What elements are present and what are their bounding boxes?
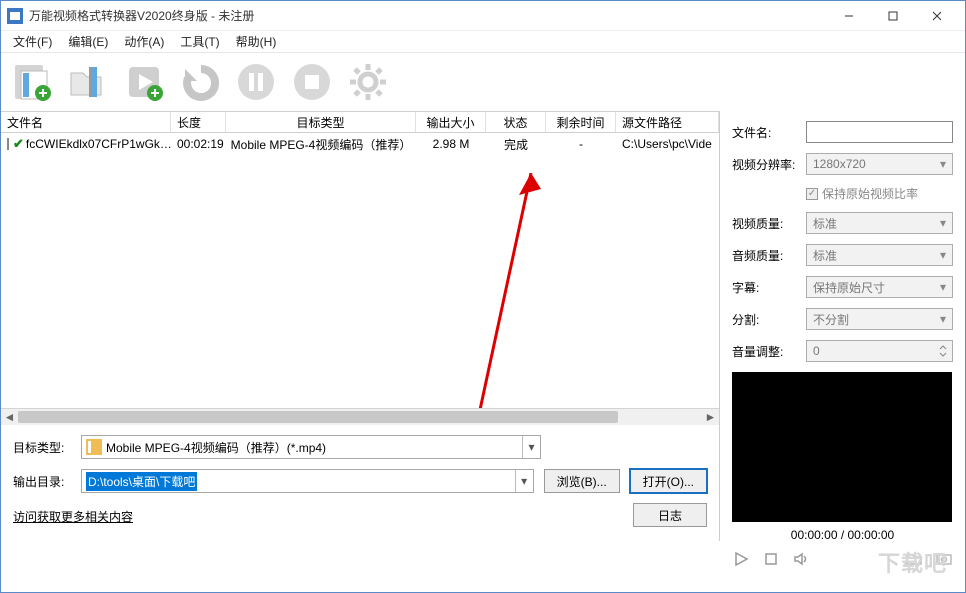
output-dir-label: 输出目录:	[13, 473, 71, 490]
row-checkbox[interactable]	[7, 138, 9, 150]
scroll-right-arrow-icon[interactable]: ►	[702, 409, 719, 424]
menu-tools[interactable]: 工具(T)	[172, 31, 227, 52]
toolbar	[1, 53, 965, 111]
video-quality-select[interactable]: 标准▾	[806, 212, 953, 234]
preview-panel: 00:00:00 / 00:00:00	[732, 372, 953, 568]
volume-button[interactable]	[792, 550, 810, 568]
stop-button[interactable]	[289, 59, 335, 105]
menu-action[interactable]: 动作(A)	[116, 31, 172, 52]
table-row[interactable]: ✔ fcCWIEkdlx07CFrP1wGk… 00:02:19 Mobile …	[1, 133, 719, 155]
done-check-icon: ✔	[13, 136, 24, 152]
scroll-left-arrow-icon[interactable]: ◄	[1, 409, 18, 424]
chevron-down-icon[interactable]: ▾	[934, 309, 952, 329]
video-quality-label: 视频质量:	[732, 215, 800, 232]
resolution-select[interactable]: 1280x720▾	[806, 153, 953, 175]
volume-label: 音量调整:	[732, 343, 800, 360]
add-file-button[interactable]	[9, 59, 55, 105]
pause-button[interactable]	[233, 59, 279, 105]
snapshot-camera-button[interactable]	[935, 550, 953, 568]
add-folder-button[interactable]	[65, 59, 111, 105]
split-label: 分割:	[732, 311, 800, 328]
video-file-icon	[86, 439, 102, 455]
horizontal-scrollbar[interactable]: ◄ ►	[1, 408, 719, 425]
col-status[interactable]: 状态	[486, 112, 546, 132]
chevron-down-icon[interactable]: ▾	[934, 213, 952, 233]
cell-length: 00:02:19	[171, 133, 226, 155]
file-list-pane: 文件名 长度 目标类型 输出大小 状态 剩余时间 源文件路径 ✔ fcCWIEk…	[1, 111, 720, 541]
output-dir-value: D:\tools\桌面\下载吧	[86, 472, 197, 491]
log-button[interactable]: 日志	[633, 503, 707, 527]
target-type-value: Mobile MPEG-4视频编码（推荐）(*.mp4)	[106, 439, 326, 456]
bottom-form: 目标类型: Mobile MPEG-4视频编码（推荐）(*.mp4) ▾ 输出目…	[1, 425, 719, 541]
list-header: 文件名 长度 目标类型 输出大小 状态 剩余时间 源文件路径	[1, 111, 719, 133]
cell-status: 完成	[486, 133, 546, 155]
menu-bar: 文件(F) 编辑(E) 动作(A) 工具(T) 帮助(H)	[1, 31, 965, 53]
window-title: 万能视频格式转换器V2020终身版 - 未注册	[29, 7, 827, 24]
maximize-button[interactable]	[871, 2, 915, 30]
close-button[interactable]	[915, 2, 959, 30]
list-body[interactable]: ✔ fcCWIEkdlx07CFrP1wGk… 00:02:19 Mobile …	[1, 133, 719, 408]
audio-quality-label: 音频质量:	[732, 247, 800, 264]
col-remain[interactable]: 剩余时间	[546, 112, 616, 132]
open-button[interactable]: 打开(O)...	[630, 469, 707, 493]
subtitle-select[interactable]: 保持原始尺寸▾	[806, 276, 953, 298]
minimize-button[interactable]	[827, 2, 871, 30]
chevron-down-icon[interactable]: ▾	[934, 154, 952, 174]
audio-quality-select[interactable]: 标准▾	[806, 244, 953, 266]
preview-time: 00:00:00 / 00:00:00	[732, 522, 953, 550]
chevron-down-icon[interactable]: ▾	[522, 436, 540, 458]
cell-src-path: C:\Users\pc\Vide	[616, 133, 719, 155]
spinner-buttons-icon[interactable]	[934, 341, 952, 361]
properties-pane: 文件名: 视频分辨率: 1280x720▾ ✓ 保持原始视频比率 视频质量: 标…	[720, 111, 965, 541]
resolution-label: 视频分辨率:	[732, 156, 800, 173]
cell-remain: -	[546, 133, 616, 155]
snapshot-folder-button[interactable]	[905, 550, 923, 568]
title-bar: 万能视频格式转换器V2020终身版 - 未注册	[1, 1, 965, 31]
main-area: 文件名 长度 目标类型 输出大小 状态 剩余时间 源文件路径 ✔ fcCWIEk…	[1, 111, 965, 541]
menu-file[interactable]: 文件(F)	[5, 31, 60, 52]
convert-button[interactable]	[121, 59, 167, 105]
settings-button[interactable]	[345, 59, 391, 105]
subtitle-label: 字幕:	[732, 279, 800, 296]
volume-spinner[interactable]: 0	[806, 340, 953, 362]
chevron-down-icon[interactable]: ▾	[515, 470, 533, 492]
split-select[interactable]: 不分割▾	[806, 308, 953, 330]
replay-button[interactable]	[177, 59, 223, 105]
chevron-down-icon[interactable]: ▾	[934, 245, 952, 265]
play-button[interactable]	[732, 550, 750, 568]
app-icon	[7, 8, 23, 24]
col-out-size[interactable]: 输出大小	[416, 112, 486, 132]
col-src-path[interactable]: 源文件路径	[616, 112, 719, 132]
menu-edit[interactable]: 编辑(E)	[60, 31, 116, 52]
cell-target-type: Mobile MPEG-4视频编码（推荐）	[226, 133, 416, 155]
filename-label: 文件名:	[732, 124, 800, 141]
annotation-arrow-icon	[471, 173, 551, 408]
col-target-type[interactable]: 目标类型	[226, 112, 416, 132]
keep-ratio-label: 保持原始视频比率	[822, 185, 918, 202]
target-type-label: 目标类型:	[13, 439, 71, 456]
keep-ratio-checkbox[interactable]: ✓	[806, 188, 818, 200]
chevron-down-icon[interactable]: ▾	[934, 277, 952, 297]
scroll-thumb[interactable]	[18, 411, 618, 423]
preview-video[interactable]	[732, 372, 952, 522]
col-length[interactable]: 长度	[171, 112, 226, 132]
stop-preview-button[interactable]	[762, 550, 780, 568]
browse-button[interactable]: 浏览(B)...	[544, 469, 620, 493]
cell-filename: fcCWIEkdlx07CFrP1wGk…	[26, 137, 171, 151]
related-link[interactable]: 访问获取更多相关内容	[13, 508, 133, 525]
menu-help[interactable]: 帮助(H)	[228, 31, 285, 52]
col-filename[interactable]: 文件名	[1, 112, 171, 132]
output-dir-combo[interactable]: D:\tools\桌面\下载吧 ▾	[81, 469, 534, 493]
target-type-combo[interactable]: Mobile MPEG-4视频编码（推荐）(*.mp4) ▾	[81, 435, 541, 459]
cell-out-size: 2.98 M	[416, 133, 486, 155]
filename-input[interactable]	[806, 121, 953, 143]
